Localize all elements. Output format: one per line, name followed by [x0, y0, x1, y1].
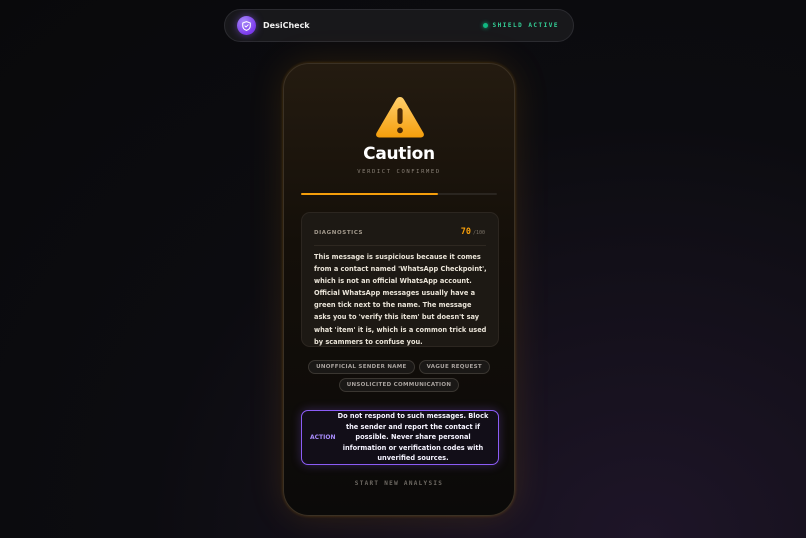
flag-tags: UNOFFICIAL SENDER NAME VAGUE REQUEST UNS… — [298, 360, 500, 392]
warning-triangle-icon — [376, 97, 424, 138]
risk-score-max: /100 — [472, 230, 485, 236]
result-card: Caution VERDICT CONFIRMED DIAGNOSTICS 70… — [283, 63, 515, 516]
risk-score-value: 70 — [460, 227, 471, 237]
brand-name: DesiCheck — [263, 21, 310, 30]
diagnostics-heading: DIAGNOSTICS — [314, 230, 364, 236]
diagnostics-panel: DIAGNOSTICS 70 /100 This message is susp… — [301, 212, 499, 347]
verdict-subtitle: VERDICT CONFIRMED — [357, 169, 441, 175]
shield-status-text: SHIELD ACTIVE — [492, 22, 559, 29]
start-new-analysis-button[interactable]: START NEW ANALYSIS — [284, 480, 514, 487]
status-dot-icon — [482, 23, 488, 28]
risk-progress-bar — [301, 193, 497, 195]
action-label: ACTION — [310, 434, 336, 441]
action-box: ACTION Do not respond to such messages. … — [301, 410, 499, 465]
risk-progress-fill — [301, 193, 439, 195]
divider — [314, 245, 486, 246]
diagnostics-text: This message is suspicious because it co… — [314, 253, 487, 346]
risk-score: 70 /100 — [461, 227, 485, 237]
shield-status: SHIELD ACTIVE — [482, 22, 559, 29]
top-bar: DesiCheck SHIELD ACTIVE — [224, 9, 574, 42]
flag-tag: VAGUE REQUEST — [418, 360, 490, 374]
flag-tag: UNSOLICITED COMMUNICATION — [338, 378, 460, 392]
shield-icon — [237, 16, 256, 35]
action-text: Do not respond to such messages. Block t… — [337, 412, 489, 463]
flag-tag: UNOFFICIAL SENDER NAME — [308, 360, 415, 374]
verdict-title: Caution — [363, 144, 435, 164]
